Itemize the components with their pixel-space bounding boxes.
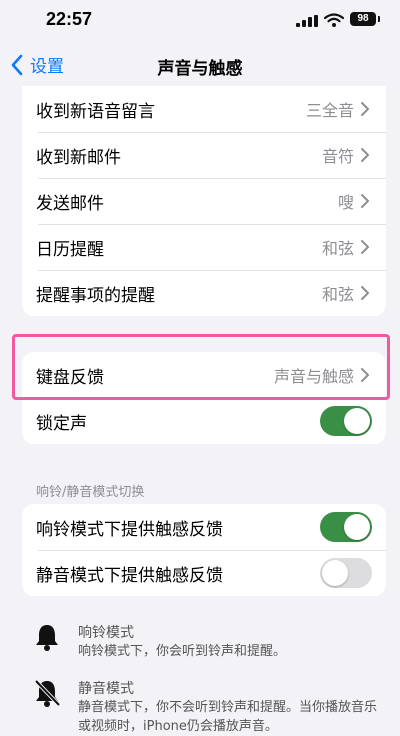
info-description: 静音模式下，你不会听到铃声和提醒。当你播放音乐或视频时，iPhone仍会播放声音…: [78, 700, 378, 734]
ring-silent-group: 响铃模式下提供触感反馈 静音模式下提供触感反馈: [22, 504, 386, 596]
chevron-right-icon: [361, 102, 369, 116]
wifi-icon: [324, 13, 344, 27]
row-value: 和弦: [321, 239, 354, 258]
info-title: 响铃模式: [78, 625, 134, 641]
row-value: 和弦: [321, 285, 354, 304]
row-label: 提醒事项的提醒: [36, 285, 155, 306]
row-label: 收到新语音留言: [36, 101, 155, 122]
ring-haptics-toggle[interactable]: [320, 512, 372, 542]
bell-slash-icon: [34, 679, 61, 707]
row-new-mail[interactable]: 收到新邮件 音符: [22, 132, 386, 178]
row-label: 发送邮件: [36, 193, 104, 214]
toggle-knob: [344, 408, 370, 434]
silent-mode-info: 静音模式 静音模式下，你不会听到铃声和提醒。当你播放音乐或视频时，iPhone仍…: [32, 678, 382, 734]
row-lock-sound: 锁定声: [22, 398, 386, 444]
battery-tip: [378, 16, 380, 22]
signal-icon: [296, 15, 318, 27]
row-value: 三全音: [305, 101, 354, 120]
highlight-box: [12, 334, 390, 400]
bell-icon: [36, 625, 58, 651]
row-calendar-alerts[interactable]: 日历提醒 和弦: [22, 224, 386, 270]
row-sent-mail[interactable]: 发送邮件 嗖: [22, 178, 386, 224]
row-label: 锁定声: [36, 413, 87, 434]
row-reminder-alerts[interactable]: 提醒事项的提醒 和弦: [22, 270, 386, 316]
page-title: 声音与触感: [157, 59, 243, 79]
row-silent-haptics: 静音模式下提供触感反馈: [22, 550, 386, 596]
chevron-right-icon: [361, 240, 369, 254]
row-label: 静音模式下提供触感反馈: [36, 565, 223, 586]
row-ring-haptics: 响铃模式下提供触感反馈: [22, 504, 386, 550]
section-header: 响铃/静音模式切换: [36, 485, 145, 500]
battery-indicator: 98: [350, 12, 376, 26]
info-title: 静音模式: [78, 681, 134, 697]
status-bar: 22:57 98: [0, 0, 400, 40]
ring-mode-info: 响铃模式 响铃模式下，你会听到铃声和提醒。: [32, 622, 382, 668]
navigation-bar: 设置 声音与触感: [0, 46, 400, 86]
row-label: 收到新邮件: [36, 147, 121, 168]
info-description: 响铃模式下，你会听到铃声和提醒。: [78, 644, 287, 659]
toggle-knob: [322, 560, 348, 586]
lock-sound-toggle[interactable]: [320, 406, 372, 436]
row-value: 嗖: [337, 193, 354, 212]
toggle-knob: [344, 514, 370, 540]
row-value: 音符: [321, 147, 354, 166]
silent-haptics-toggle[interactable]: [320, 558, 372, 588]
chevron-right-icon: [361, 194, 369, 208]
row-label: 响铃模式下提供触感反馈: [36, 519, 223, 540]
alert-tones-group: 收到新语音留言 三全音 收到新邮件 音符 发送邮件 嗖 日历提醒 和弦 提醒事项…: [22, 86, 386, 316]
chevron-right-icon: [361, 286, 369, 300]
row-voicemail[interactable]: 收到新语音留言 三全音: [22, 86, 386, 132]
chevron-right-icon: [361, 148, 369, 162]
row-label: 日历提醒: [36, 239, 104, 260]
status-time: 22:57: [46, 9, 93, 29]
